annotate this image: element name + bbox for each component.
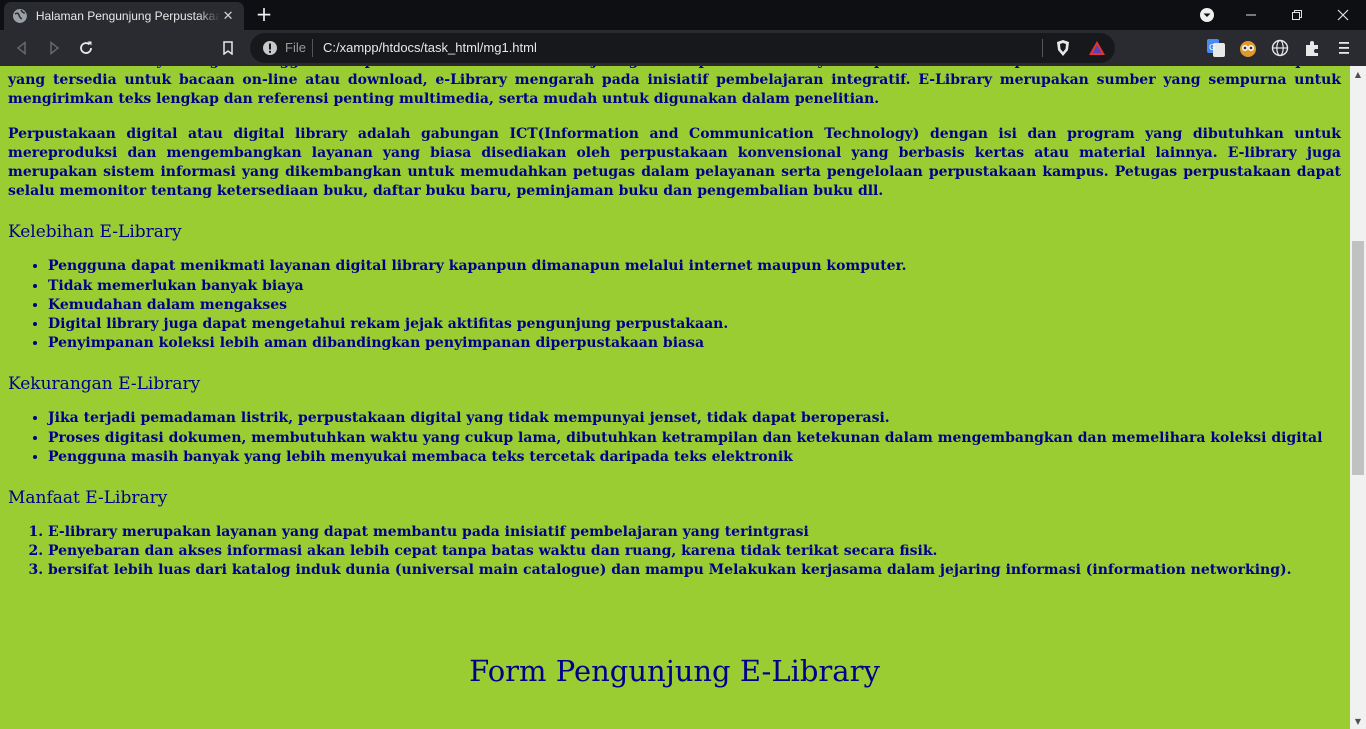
list-item: Pengguna masih banyak yang lebih menyuka…: [48, 448, 1341, 467]
browser-tab[interactable]: Halaman Pengunjung Perpustakaan ✕: [4, 2, 244, 30]
intro-paragraph: mendistribusikannya dengan menggunakan p…: [8, 66, 1341, 108]
list-item: Tidak memerlukan banyak biaya: [48, 277, 1341, 296]
scrollbar-thumb[interactable]: [1352, 241, 1364, 475]
brave-rewards-icon[interactable]: [1088, 39, 1106, 57]
address-scheme-label: File: [285, 40, 306, 55]
list-item: Proses digitasi dokumen, membutuhkan wak…: [48, 429, 1341, 448]
list-item: Digital library juga dapat mengetahui re…: [48, 315, 1341, 334]
brave-shield-icon[interactable]: [1054, 39, 1072, 57]
manfaat-list: E-library merupakan layanan yang dapat m…: [8, 523, 1341, 581]
intro-paragraph: Perpustakaan digital atau digital librar…: [8, 125, 1341, 200]
tab-search-icon[interactable]: [1197, 5, 1217, 25]
list-item: bersifat lebih luas dari katalog induk d…: [48, 561, 1341, 580]
kekurangan-heading: Kekurangan E-Library: [8, 374, 201, 395]
vertical-scrollbar[interactable]: ▲ ▼: [1350, 66, 1366, 729]
browser-toolbar: File C:/xampp/htdocs/task_html/mg1.html …: [0, 30, 1366, 66]
address-divider: [1042, 39, 1043, 57]
form-title: Form Pengunjung E-Library: [469, 653, 880, 688]
bookmark-icon[interactable]: [216, 36, 240, 60]
menu-icon[interactable]: [1336, 39, 1352, 57]
back-icon[interactable]: [10, 36, 34, 60]
svg-text:G: G: [1209, 43, 1215, 52]
reload-icon[interactable]: [74, 36, 98, 60]
info-icon[interactable]: [262, 40, 278, 56]
scroll-down-arrow-icon[interactable]: ▼: [1350, 713, 1366, 729]
tab-title: Halaman Pengunjung Perpustakaan: [35, 9, 221, 23]
minimize-icon[interactable]: [1228, 0, 1274, 30]
new-tab-icon[interactable]: +: [252, 4, 276, 26]
list-item: Jika terjadi pemadaman listrik, perpusta…: [48, 409, 1341, 428]
tab-strip: Halaman Pengunjung Perpustakaan ✕ +: [0, 0, 1366, 30]
globe-extension-icon[interactable]: [1271, 39, 1289, 57]
page-viewport: mendistribusikannya dengan menggunakan p…: [0, 66, 1350, 729]
extensions-puzzle-icon[interactable]: [1303, 39, 1321, 57]
list-item: Pengguna dapat menikmati layanan digital…: [48, 257, 1341, 276]
owl-extension-icon[interactable]: [1239, 39, 1257, 57]
restore-icon[interactable]: [1274, 0, 1320, 30]
forward-icon[interactable]: [42, 36, 66, 60]
tab-close-icon[interactable]: ✕: [220, 8, 236, 24]
list-item: Penyebaran dan akses informasi akan lebi…: [48, 542, 1341, 561]
kekurangan-list: Jika terjadi pemadaman listrik, perpusta…: [8, 409, 1341, 467]
kelebihan-heading: Kelebihan E-Library: [8, 222, 182, 243]
globe-icon: [12, 9, 27, 23]
manfaat-heading: Manfaat E-Library: [8, 488, 168, 509]
list-item: E-library merupakan layanan yang dapat m…: [48, 523, 1341, 542]
translate-extension-icon[interactable]: G: [1207, 39, 1225, 57]
list-item: Kemudahan dalam mengakses: [48, 296, 1341, 315]
page-content: mendistribusikannya dengan menggunakan p…: [8, 66, 1341, 689]
kelebihan-list: Pengguna dapat menikmati layanan digital…: [8, 257, 1341, 353]
close-window-icon[interactable]: [1320, 0, 1366, 30]
list-item: Penyimpanan koleksi lebih aman dibanding…: [48, 334, 1341, 353]
address-bar[interactable]: File C:/xampp/htdocs/task_html/mg1.html: [250, 33, 1115, 63]
address-divider: [312, 39, 313, 57]
url-text[interactable]: C:/xampp/htdocs/task_html/mg1.html: [323, 40, 537, 55]
scroll-up-arrow-icon[interactable]: ▲: [1350, 66, 1366, 82]
